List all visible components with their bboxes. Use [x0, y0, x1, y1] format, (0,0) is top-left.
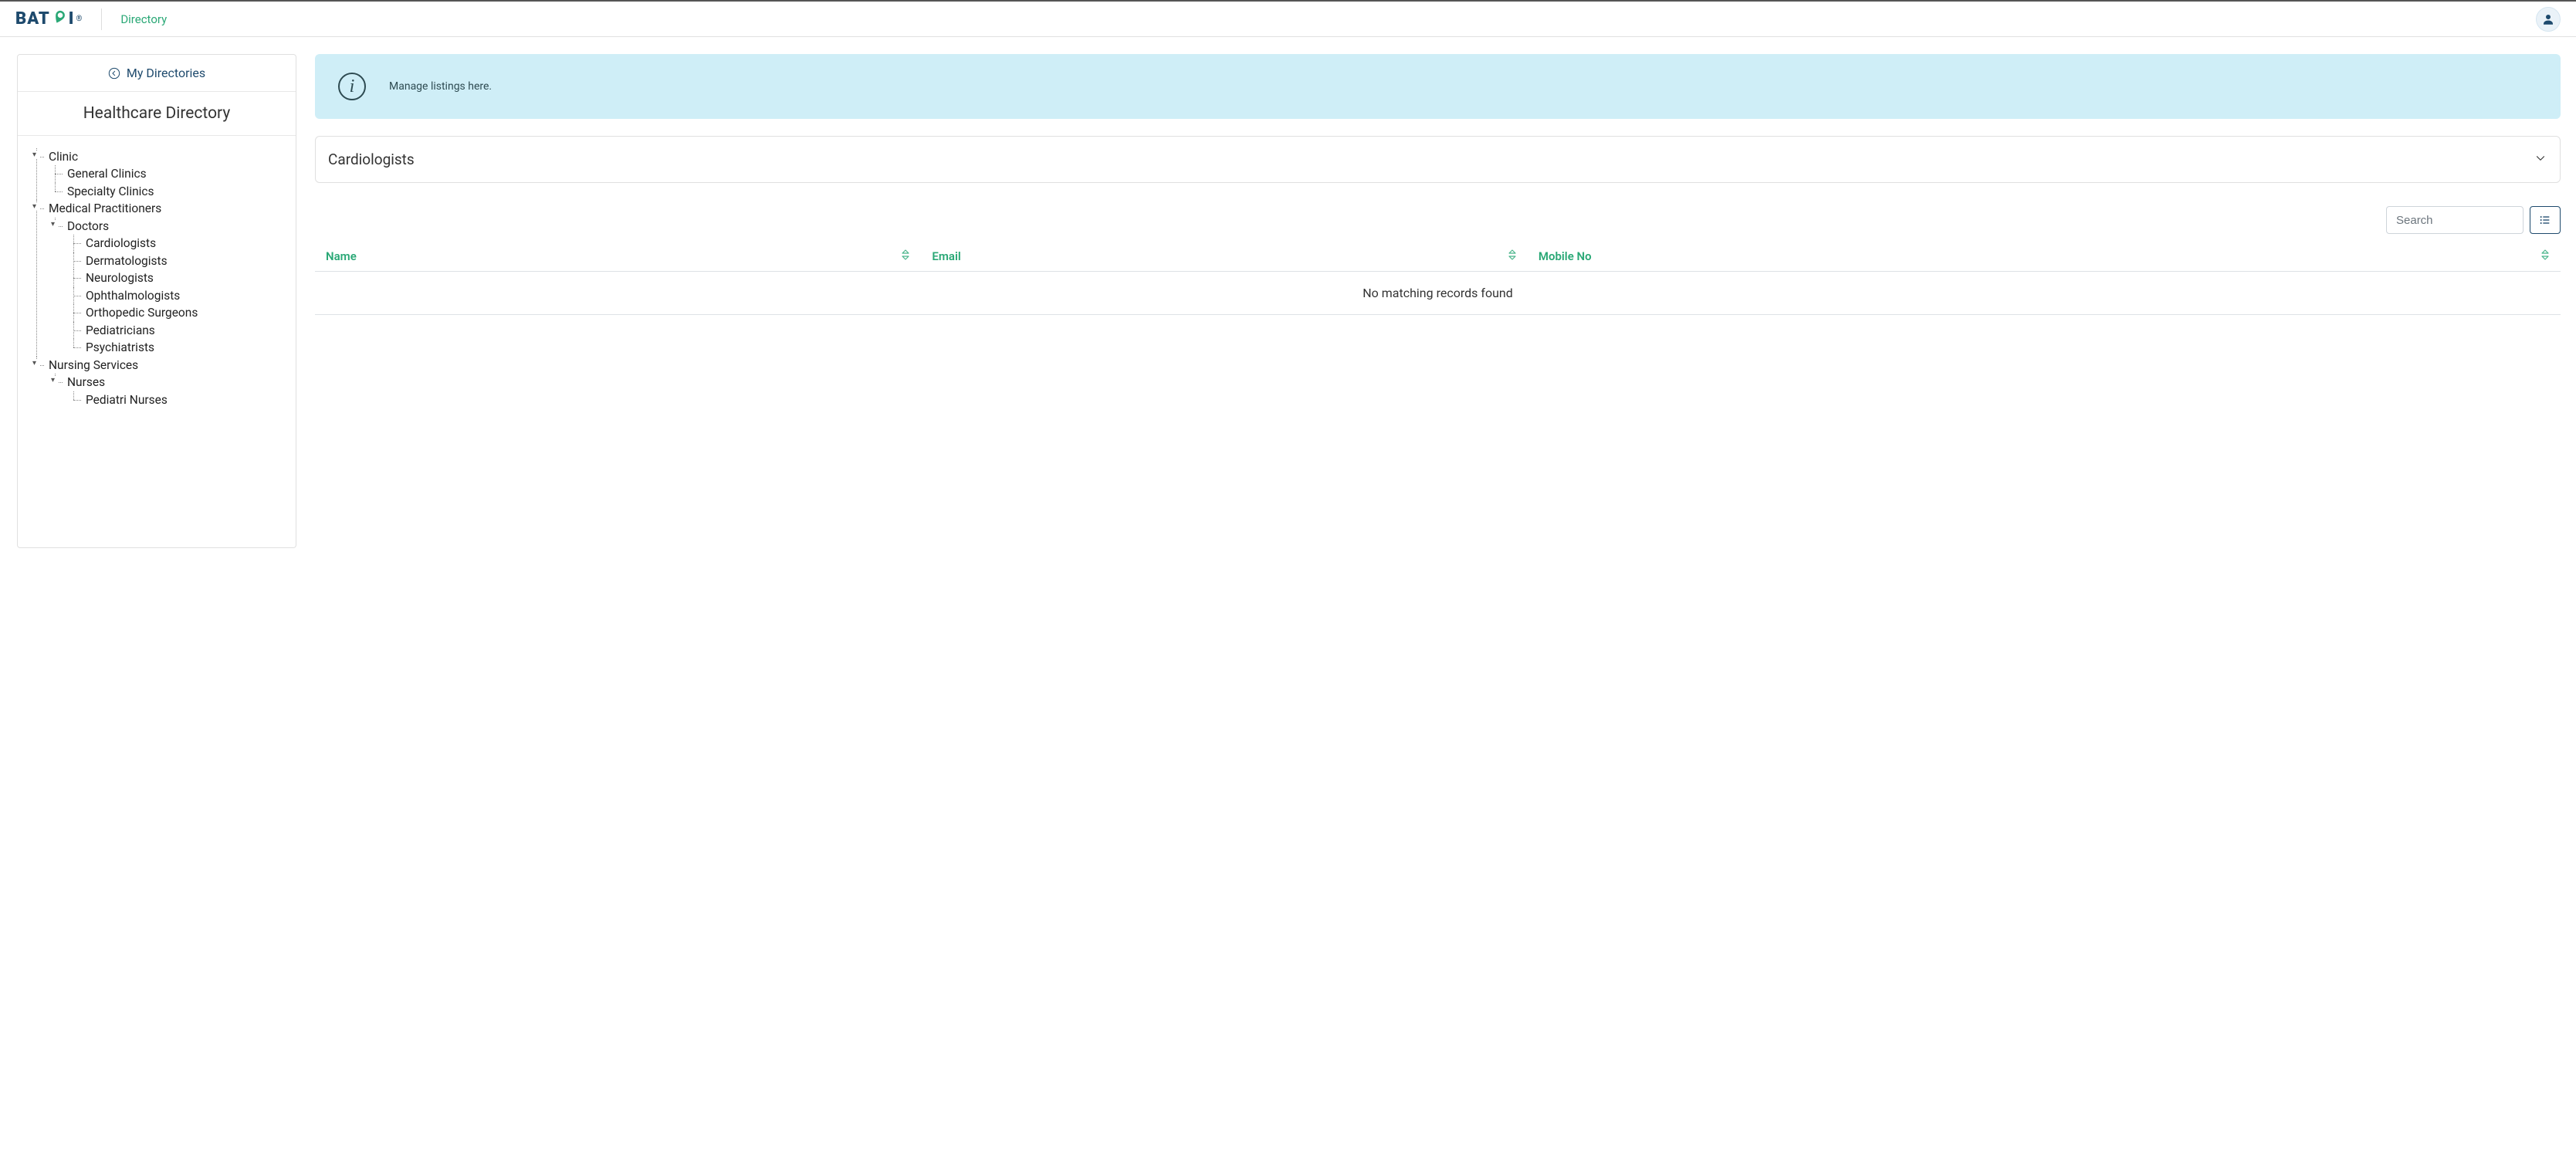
- empty-message: No matching records found: [315, 272, 2561, 315]
- tree-toggle-icon[interactable]: ▾: [32, 360, 40, 367]
- tree-label-specialty-clinics[interactable]: Specialty Clinics: [67, 185, 154, 198]
- logo-registered-mark: ®: [76, 15, 83, 23]
- column-label-email: Email: [932, 249, 960, 263]
- list-view-button[interactable]: [2530, 206, 2561, 234]
- category-tree: ▾ Clinic General Clinics Specialty Clini…: [18, 136, 296, 421]
- tree-node-cardiologists[interactable]: Cardiologists: [73, 235, 282, 252]
- back-arrow-icon: [108, 67, 120, 80]
- sidebar-title: Healthcare Directory: [18, 92, 296, 136]
- search-input[interactable]: [2386, 206, 2524, 234]
- logo-divider: [101, 8, 102, 30]
- tree-node-nurses[interactable]: ▾ Nurses Pediatri Nurses: [55, 374, 282, 408]
- tree-toggle-icon[interactable]: ▾: [51, 377, 59, 384]
- tree-node-psychiatrists[interactable]: Psychiatrists: [73, 339, 282, 356]
- tree-node-pediatri-nurses[interactable]: Pediatri Nurses: [73, 391, 282, 408]
- tree-node-neurologists[interactable]: Neurologists: [73, 269, 282, 286]
- info-icon: i: [338, 73, 366, 100]
- table-toolbar: [315, 206, 2561, 234]
- tree-label-clinic[interactable]: Clinic: [49, 150, 78, 164]
- table-empty-row: No matching records found: [315, 272, 2561, 315]
- tree-toggle-icon[interactable]: ▾: [32, 203, 40, 211]
- column-header-name[interactable]: Name: [315, 242, 921, 272]
- sort-icon[interactable]: [2540, 249, 2550, 263]
- my-directories-label: My Directories: [127, 66, 205, 80]
- tree-label-ophthalmologists[interactable]: Ophthalmologists: [86, 289, 180, 303]
- tree-label-general-clinics[interactable]: General Clinics: [67, 167, 147, 181]
- my-directories-button[interactable]: My Directories: [18, 55, 296, 92]
- list-icon: [2539, 214, 2551, 226]
- user-avatar-button[interactable]: [2536, 7, 2561, 32]
- tree-node-dermatologists[interactable]: Dermatologists: [73, 252, 282, 269]
- column-label-mobile: Mobile No: [1538, 249, 1592, 263]
- brand-logo[interactable]: BAT I ®: [15, 9, 83, 29]
- tree-label-neurologists[interactable]: Neurologists: [86, 271, 154, 285]
- info-banner: i Manage listings here.: [315, 54, 2561, 119]
- tree-node-pediatricians[interactable]: Pediatricians: [73, 322, 282, 339]
- topbar-left: BAT I ® Directory: [15, 8, 167, 30]
- tree-node-nursing-services[interactable]: ▾ Nursing Services ▾ Nurses Pediatri Nur…: [36, 357, 282, 408]
- tree-label-psychiatrists[interactable]: Psychiatrists: [86, 340, 154, 354]
- logo-text-suffix: I: [69, 9, 75, 29]
- chevron-down-icon[interactable]: [2534, 151, 2547, 168]
- topbar: BAT I ® Directory: [0, 0, 2576, 37]
- tree-label-pediatri-nurses[interactable]: Pediatri Nurses: [86, 393, 168, 407]
- tree-toggle-icon[interactable]: ▾: [32, 151, 40, 159]
- leaf-icon: [52, 9, 67, 29]
- tree-node-doctors[interactable]: ▾ Doctors Cardiologists Dermatologists N…: [55, 218, 282, 357]
- user-icon: [2541, 12, 2555, 26]
- listings-table: Name Email Mobile No: [315, 242, 2561, 315]
- info-text: Manage listings here.: [389, 80, 492, 93]
- column-header-mobile[interactable]: Mobile No: [1528, 242, 2561, 272]
- header-directory-link[interactable]: Directory: [120, 12, 167, 26]
- sidebar: My Directories Healthcare Directory ▾ Cl…: [17, 54, 296, 548]
- tree-label-nurses[interactable]: Nurses: [67, 375, 105, 389]
- tree-node-orthopedic-surgeons[interactable]: Orthopedic Surgeons: [73, 304, 282, 321]
- category-panel[interactable]: Cardiologists: [315, 136, 2561, 183]
- tree-node-clinic[interactable]: ▾ Clinic General Clinics Specialty Clini…: [36, 148, 282, 200]
- column-label-name: Name: [326, 249, 357, 263]
- main-content: i Manage listings here. Cardiologists: [315, 54, 2567, 548]
- tree-label-cardiologists[interactable]: Cardiologists: [86, 236, 156, 250]
- tree-label-doctors[interactable]: Doctors: [67, 219, 109, 233]
- logo-text-prefix: BAT: [15, 9, 50, 29]
- tree-label-orthopedic-surgeons[interactable]: Orthopedic Surgeons: [86, 306, 198, 320]
- panel-title: Cardiologists: [328, 151, 415, 168]
- tree-node-general-clinics[interactable]: General Clinics: [55, 165, 282, 182]
- column-header-email[interactable]: Email: [921, 242, 1527, 272]
- tree-label-pediatricians[interactable]: Pediatricians: [86, 323, 155, 337]
- tree-node-ophthalmologists[interactable]: Ophthalmologists: [73, 287, 282, 304]
- tree-label-medical-practitioners[interactable]: Medical Practitioners: [49, 201, 161, 215]
- tree-label-nursing-services[interactable]: Nursing Services: [49, 358, 138, 372]
- tree-node-medical-practitioners[interactable]: ▾ Medical Practitioners ▾ Doctors Cardio…: [36, 200, 282, 356]
- tree-toggle-icon[interactable]: ▾: [51, 221, 59, 229]
- sort-icon[interactable]: [1508, 249, 1517, 263]
- tree-label-dermatologists[interactable]: Dermatologists: [86, 254, 168, 268]
- tree-node-specialty-clinics[interactable]: Specialty Clinics: [55, 183, 282, 200]
- sort-icon[interactable]: [901, 249, 910, 263]
